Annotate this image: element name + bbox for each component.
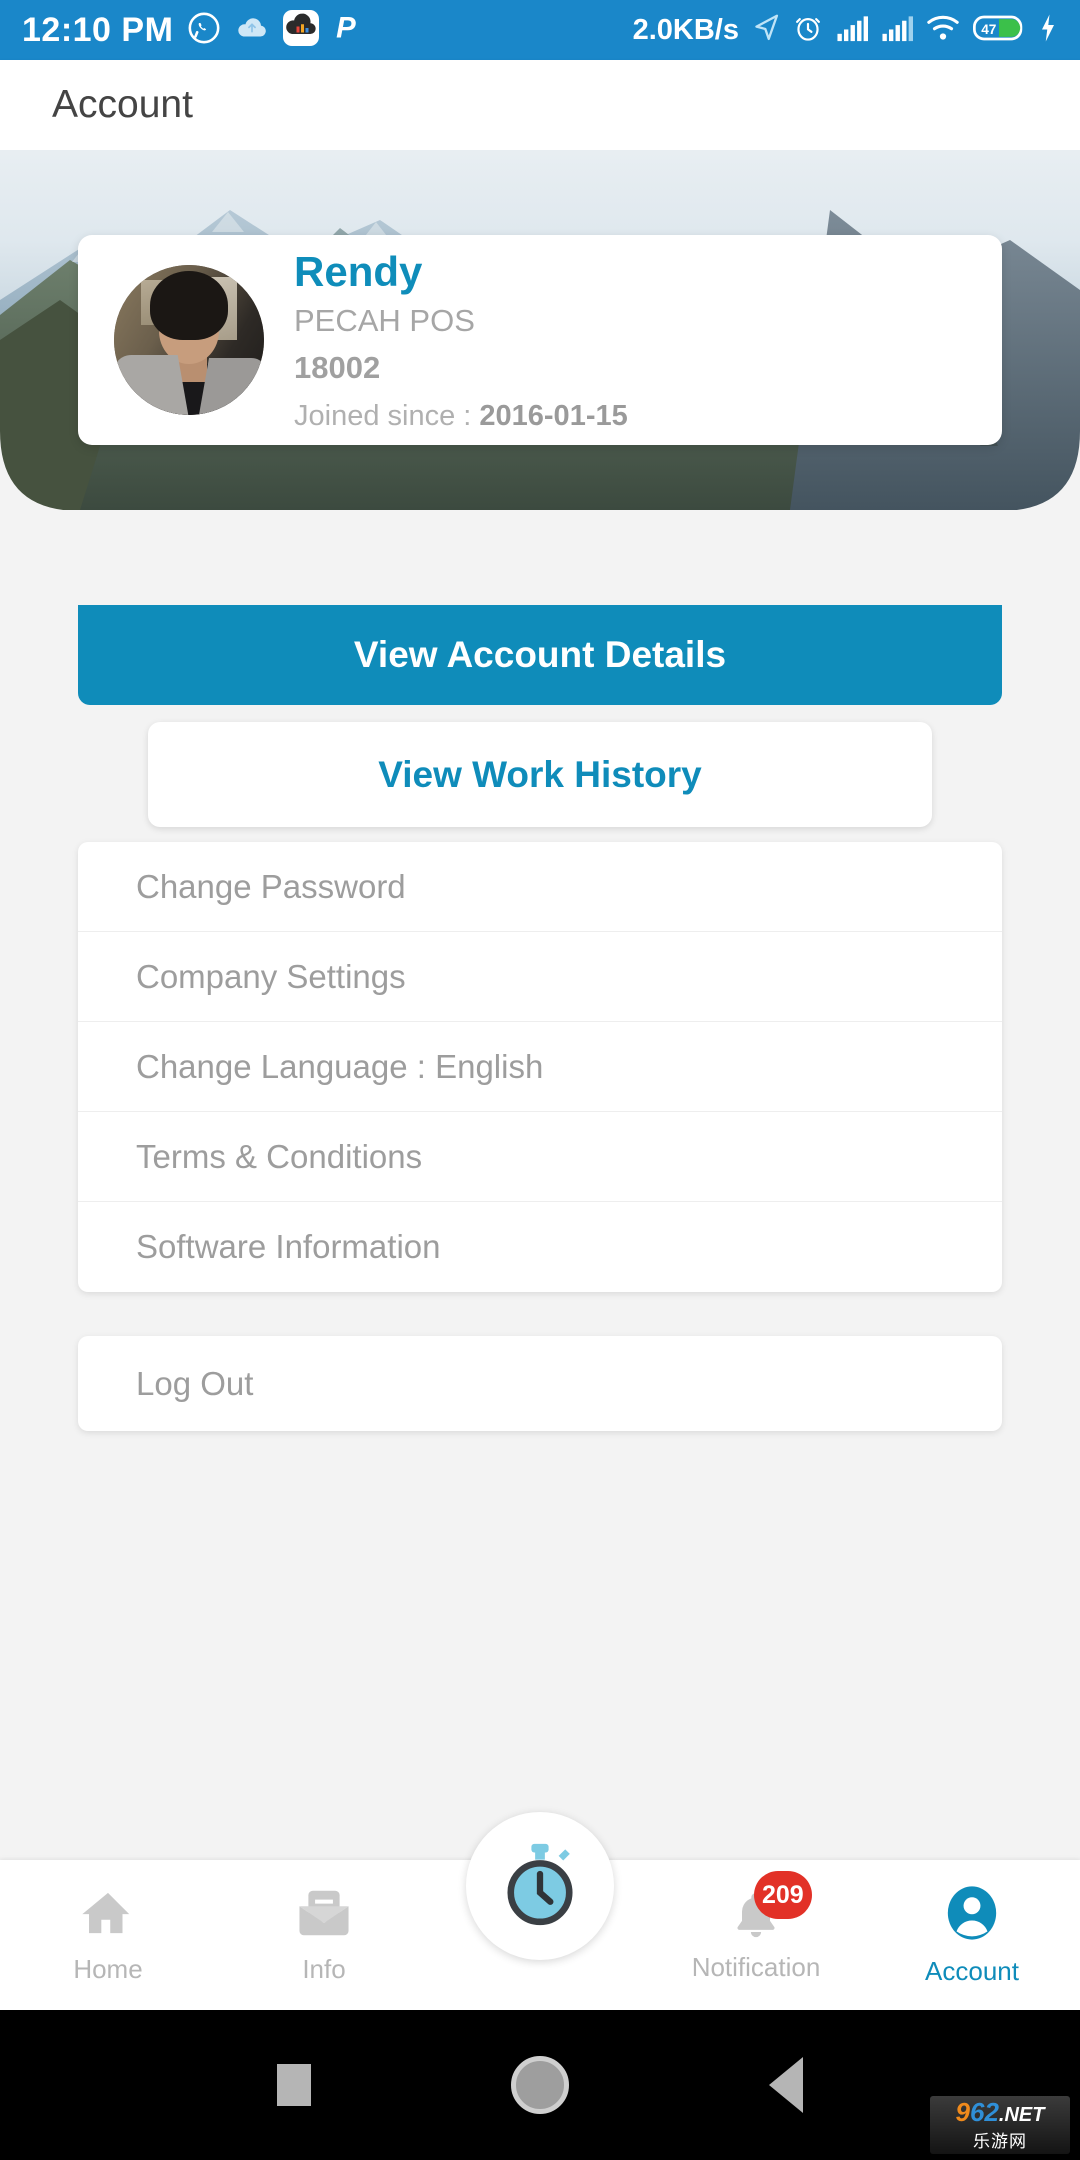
bell-icon-wrapper: 209 bbox=[728, 1871, 812, 1943]
nav-label-home: Home bbox=[73, 1953, 143, 1984]
joined-date: 2016-01-15 bbox=[479, 400, 628, 433]
whatsapp-icon bbox=[187, 11, 221, 50]
settings-menu-card: Change Password Company Settings Change … bbox=[78, 842, 1002, 1292]
svg-text:P: P bbox=[337, 11, 357, 44]
wifi-icon bbox=[926, 13, 960, 48]
signal-bars-icon bbox=[836, 14, 868, 47]
stopwatch-fab-button[interactable] bbox=[466, 1812, 614, 1960]
profile-name: Rendy bbox=[294, 247, 423, 295]
p-app-icon: P bbox=[333, 11, 361, 50]
status-bar: 12:10 PM P 2.0KB/s 47 bbox=[0, 0, 1080, 60]
page-title: Account bbox=[52, 83, 193, 126]
avatar-hair bbox=[150, 271, 228, 340]
battery-icon: 47 bbox=[973, 13, 1025, 48]
cloud-icon bbox=[235, 14, 269, 47]
status-bar-left: 12:10 PM P bbox=[22, 9, 361, 51]
status-bar-clock: 12:10 PM bbox=[22, 10, 174, 49]
notification-badge: 209 bbox=[754, 1871, 812, 1919]
cloud-app-icon bbox=[283, 9, 320, 51]
bell-icon bbox=[728, 1892, 784, 1947]
nav-item-info[interactable]: Info bbox=[216, 1860, 432, 2010]
profile-company: PECAH POS bbox=[294, 303, 475, 339]
joined-label: Joined since : bbox=[294, 400, 480, 433]
profile-card: Rendy PECAH POS 18002 Joined since : 201… bbox=[78, 235, 1002, 445]
nav-item-notification[interactable]: 209 Notification bbox=[648, 1860, 864, 2010]
person-icon bbox=[943, 1884, 1001, 1947]
charging-bolt-icon bbox=[1038, 13, 1058, 48]
menu-item-change-password[interactable]: Change Password bbox=[78, 842, 1002, 932]
view-work-history-button[interactable]: View Work History bbox=[148, 722, 932, 827]
nav-label-account: Account bbox=[925, 1955, 1019, 1986]
menu-item-software-information[interactable]: Software Information bbox=[78, 1202, 1002, 1292]
avatar bbox=[114, 265, 264, 415]
avatar-jacket-left bbox=[114, 355, 189, 415]
profile-employee-id: 18002 bbox=[294, 350, 381, 386]
recents-square-icon[interactable] bbox=[277, 2064, 311, 2106]
site-watermark: 962.NET 乐游网 bbox=[930, 2096, 1070, 2154]
location-arrow-icon bbox=[752, 13, 780, 48]
watermark-62: 62 bbox=[969, 2096, 999, 2127]
status-bar-right: 2.0KB/s 47 bbox=[633, 13, 1058, 48]
bottom-navigation-bar: Home Info 209 Notification Account bbox=[0, 1812, 1080, 2010]
home-circle-icon[interactable] bbox=[511, 2056, 569, 2114]
envelope-icon bbox=[295, 1886, 353, 1945]
watermark-text: 962.NET bbox=[956, 2099, 1045, 2125]
logout-button[interactable]: Log Out bbox=[78, 1336, 1002, 1431]
nav-label-notification: Notification bbox=[691, 1952, 821, 1982]
nav-label-info: Info bbox=[302, 1953, 346, 1984]
home-icon bbox=[79, 1886, 137, 1945]
profile-joined: Joined since : 2016-01-15 bbox=[294, 400, 628, 433]
network-speed-label: 2.0KB/s bbox=[632, 13, 739, 46]
view-account-details-button[interactable]: View Account Details bbox=[78, 605, 1002, 705]
stopwatch-icon bbox=[499, 1841, 581, 1932]
menu-item-company-settings[interactable]: Company Settings bbox=[78, 932, 1002, 1022]
phone-screen: 12:10 PM P 2.0KB/s 47 Account Rendy PECA… bbox=[0, 0, 1080, 2160]
battery-level-label: 47 bbox=[981, 22, 996, 37]
profile-details: Rendy PECAH POS 18002 Joined since : 201… bbox=[294, 247, 628, 434]
avatar-jacket-right bbox=[198, 358, 264, 415]
watermark-net: .NET bbox=[998, 2103, 1045, 2126]
menu-item-change-language[interactable]: Change Language : English bbox=[78, 1022, 1002, 1112]
watermark-9: 9 bbox=[955, 2096, 970, 2127]
signal-bars-2-icon bbox=[881, 14, 913, 47]
app-bar: Account bbox=[0, 60, 1080, 150]
nav-item-home[interactable]: Home bbox=[0, 1860, 216, 2010]
menu-item-terms-conditions[interactable]: Terms & Conditions bbox=[78, 1112, 1002, 1202]
android-navigation-bar: 962.NET 乐游网 bbox=[0, 2010, 1080, 2160]
content-scroll[interactable]: Rendy PECAH POS 18002 Joined since : 201… bbox=[0, 150, 1080, 1860]
alarm-icon bbox=[793, 13, 823, 48]
nav-item-account[interactable]: Account bbox=[864, 1860, 1080, 2010]
watermark-chinese: 乐游网 bbox=[973, 2131, 1027, 2151]
back-triangle-icon[interactable] bbox=[769, 2057, 803, 2113]
